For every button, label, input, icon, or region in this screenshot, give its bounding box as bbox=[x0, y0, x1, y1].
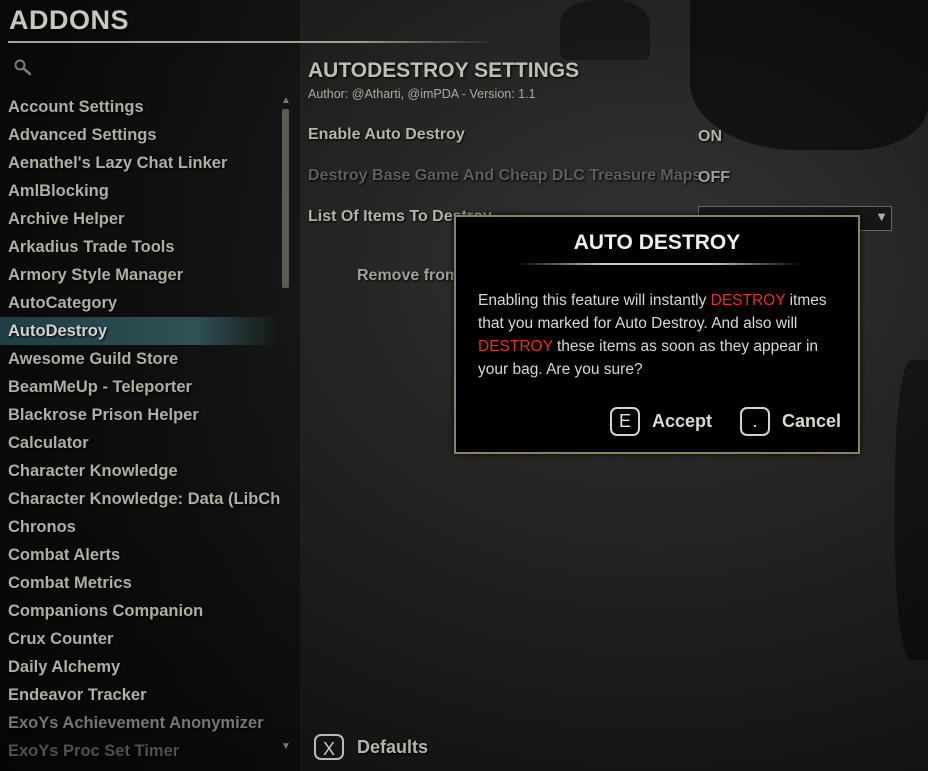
key-period-icon: . bbox=[740, 407, 770, 436]
dialog-message-part: Enabling this feature will instantly bbox=[478, 292, 711, 309]
dialog-destroy-keyword: DESTROY bbox=[478, 338, 553, 355]
auto-destroy-dialog: AUTO DESTROY Enabling this feature will … bbox=[454, 215, 860, 454]
key-e-icon: E bbox=[610, 407, 640, 436]
dialog-title: AUTO DESTROY bbox=[573, 231, 741, 254]
dialog-message: Enabling this feature will instantly DES… bbox=[478, 289, 848, 381]
dialog-divider bbox=[516, 263, 800, 265]
dialog-destroy-keyword: DESTROY bbox=[710, 292, 786, 309]
accept-label: Accept bbox=[652, 411, 713, 431]
cancel-label: Cancel bbox=[782, 411, 842, 431]
